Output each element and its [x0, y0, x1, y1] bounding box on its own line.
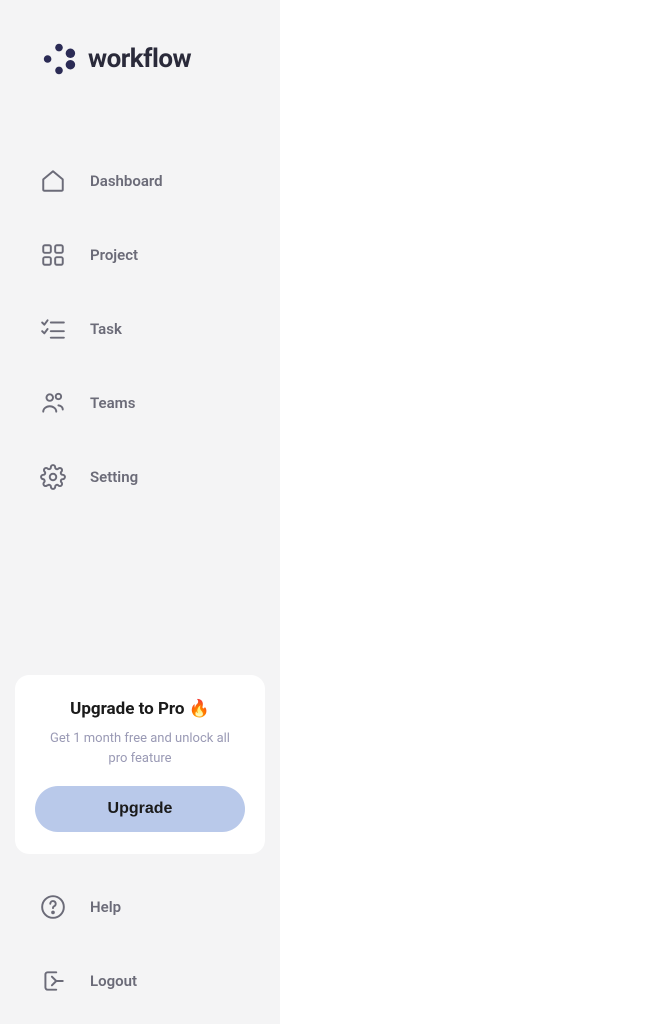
sidebar-item-label: Task: [90, 320, 122, 338]
upgrade-title: Upgrade to Pro 🔥: [35, 699, 245, 719]
upgrade-card: Upgrade to Pro 🔥 Get 1 month free and un…: [15, 675, 265, 854]
sidebar-item-label: Setting: [90, 468, 138, 486]
sidebar-item-project[interactable]: Project: [40, 242, 240, 268]
home-icon: [40, 168, 66, 194]
sidebar-item-label: Help: [90, 898, 121, 916]
help-icon: [40, 894, 66, 920]
sidebar-item-dashboard[interactable]: Dashboard: [40, 168, 240, 194]
sidebar-item-task[interactable]: Task: [40, 316, 240, 342]
workflow-logo-icon: [40, 40, 78, 78]
upgrade-subtitle: Get 1 month free and unlock all pro feat…: [35, 729, 245, 768]
checklist-icon: [40, 316, 66, 342]
main-content: [280, 0, 672, 1024]
upgrade-button[interactable]: Upgrade: [35, 786, 245, 832]
footer-nav: Help Logout: [0, 894, 280, 994]
gear-icon: [40, 464, 66, 490]
primary-nav: Dashboard Project: [0, 168, 280, 490]
logout-icon: [40, 968, 66, 994]
sidebar-item-setting[interactable]: Setting: [40, 464, 240, 490]
sidebar: workflow Dashboard Project: [0, 0, 280, 1024]
brand-logo[interactable]: workflow: [0, 40, 280, 78]
sidebar-item-label: Logout: [90, 972, 137, 990]
grid-icon: [40, 242, 66, 268]
users-icon: [40, 390, 66, 416]
spacer: [0, 490, 280, 675]
sidebar-item-label: Project: [90, 246, 138, 264]
sidebar-item-label: Teams: [90, 394, 135, 412]
sidebar-item-teams[interactable]: Teams: [40, 390, 240, 416]
sidebar-item-help[interactable]: Help: [40, 894, 240, 920]
sidebar-item-logout[interactable]: Logout: [40, 968, 240, 994]
sidebar-item-label: Dashboard: [90, 172, 163, 190]
brand-name: workflow: [88, 44, 191, 74]
